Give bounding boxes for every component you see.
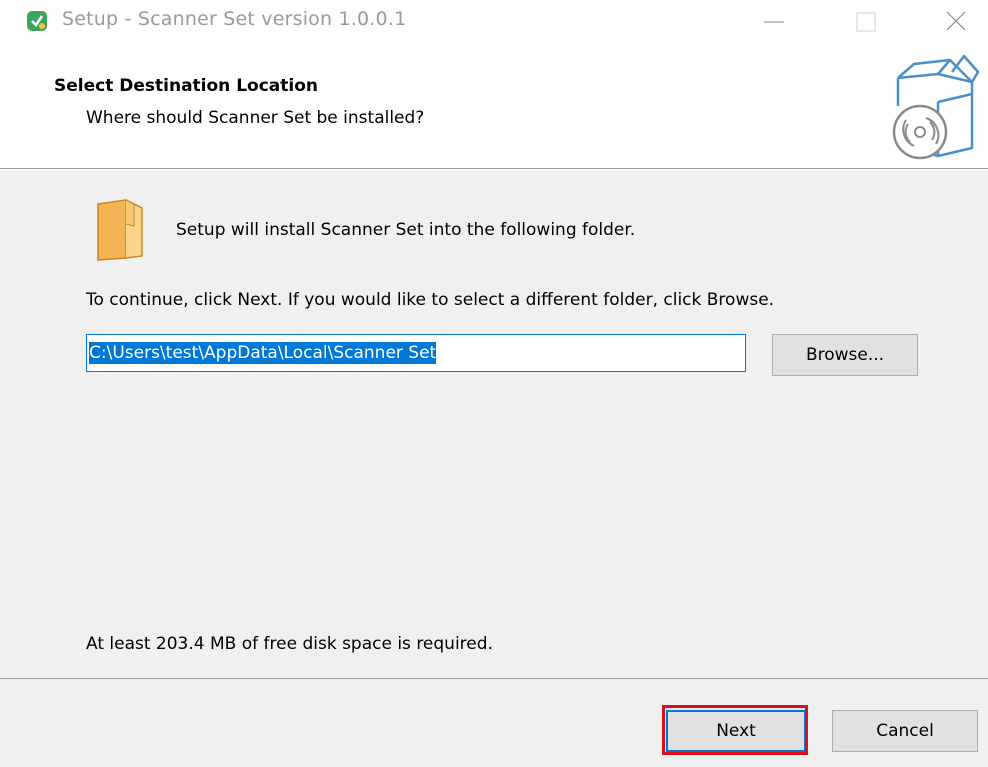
wizard-footer: Next Cancel [0, 679, 988, 767]
wizard-header: Select Destination Location Where should… [0, 44, 988, 168]
browse-button[interactable]: Browse... [772, 334, 918, 376]
disk-space-note: At least 203.4 MB of free disk space is … [86, 634, 493, 654]
install-path-value: C:\Users\test\AppData\Local\Scanner Set [89, 342, 437, 364]
maximize-icon[interactable] [842, 0, 890, 44]
page-subtitle: Where should Scanner Set be installed? [86, 108, 425, 128]
install-intro-text: Setup will install Scanner Set into the … [176, 220, 636, 240]
wizard-content: Setup will install Scanner Set into the … [0, 170, 988, 678]
close-icon[interactable] [932, 0, 980, 44]
title-bar: Setup - Scanner Set version 1.0.0.1 [0, 0, 988, 44]
setup-app-icon [27, 11, 47, 31]
next-button[interactable]: Next [666, 710, 806, 752]
install-path-input[interactable]: C:\Users\test\AppData\Local\Scanner Set [86, 334, 746, 372]
cancel-button[interactable]: Cancel [832, 710, 978, 752]
software-box-disc-icon [892, 54, 980, 160]
instruction-text: To continue, click Next. If you would li… [86, 290, 775, 310]
page-title: Select Destination Location [54, 76, 318, 96]
minimize-icon[interactable] [750, 0, 798, 44]
folder-icon [97, 199, 143, 261]
window-title: Setup - Scanner Set version 1.0.0.1 [62, 8, 407, 30]
